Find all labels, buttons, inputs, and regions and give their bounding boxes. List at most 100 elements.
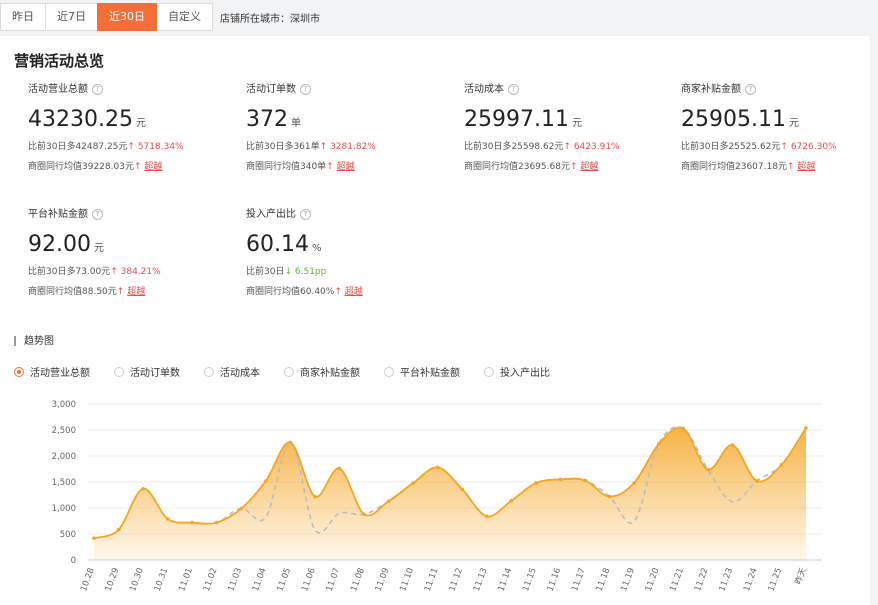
series-point [239,506,244,511]
y-tick-label: 3,000 [52,400,76,410]
help-icon[interactable]: ? [300,83,311,95]
legend-label: 活动订单数 [130,368,180,379]
metric-card-activity-orders: 活动订单数? 372 单比前30日多361单↑ 3281.82% 商圈同行均值340单… [246,83,456,174]
x-tick-label: 11.03 [226,567,244,593]
series-point [460,487,465,492]
series-point [755,479,759,483]
legend-label: 投入产出比 [500,368,550,379]
legend-option-merchant-subsidy[interactable]: 商家补贴金额 [284,364,360,379]
metric-peer: 商圈同行均值23607.18元↑ 超越 [681,162,816,172]
help-icon[interactable]: ? [508,83,519,95]
radio-icon[interactable] [384,366,394,377]
metric-compare: 比前30日多361单↑ 3281.82% [246,142,376,152]
help-icon[interactable]: ? [92,83,103,95]
legend-label: 活动成本 [220,368,260,379]
metric-value: 60.14% [246,232,456,258]
x-tick-label: 11.08 [349,567,367,593]
radio-icon[interactable] [284,366,294,377]
peer-beat-link[interactable]: 超越 [337,162,355,172]
peer-beat-link[interactable]: 超越 [127,287,145,297]
series-area [94,427,806,560]
radio-icon[interactable] [14,366,24,377]
trend-legend: 活动营业总额 活动订单数 活动成本 商家补贴金额 平台补贴金额 投入产出比 [14,364,574,379]
x-tick-label: 10.29 [104,567,122,593]
y-tick-label: 1,500 [52,478,76,488]
series-point [558,477,563,482]
metric-unit: 元 [788,118,799,129]
x-tick-label: 11.06 [300,567,318,593]
help-icon[interactable]: ? [745,83,756,95]
x-tick-label: 10.31 [153,567,171,593]
legend-option-platform-subsidy[interactable]: 平台补贴金额 [384,364,460,379]
help-icon[interactable]: ? [92,208,103,220]
metric-card-platform-subsidy: 平台补贴金额? 92.00 元比前30日多73.00元↑ 384.21% 商圈同行均值… [28,208,238,299]
legend-option-activity-orders[interactable]: 活动订单数 [114,364,180,379]
legend-label: 平台补贴金额 [400,368,460,379]
trend-title: 趋势图 [14,332,54,347]
series-point [313,494,317,499]
period-tab-bar: 昨日 近7日 近30日 自定义 店铺所在城市：深圳市 [0,0,878,36]
x-tick-label: 11.21 [668,567,686,593]
x-tick-label: 11.16 [546,567,564,593]
peer-beat-link[interactable]: 超越 [797,162,815,172]
tab-custom[interactable]: 自定义 [156,3,213,31]
series-point [534,481,538,485]
y-tick-label: 1,000 [52,504,76,514]
x-tick-label: 11.13 [472,567,490,593]
x-tick-label: 11.05 [276,567,294,593]
series-point [386,499,391,504]
metric-number: 60.14 [246,232,309,257]
metric-unit: 元 [571,118,582,129]
period-tabs: 昨日 近7日 近30日 自定义 [0,3,213,31]
series-point [92,536,96,540]
tab-last-7-days[interactable]: 近7日 [45,3,98,31]
series-point [656,442,661,446]
legend-option-activity-revenue[interactable]: 活动营业总额 [14,364,90,379]
x-tick-label: 11.14 [496,567,514,593]
metric-card-roi: 投入产出比? 60.14% 比前30日↓ 6.51pp 商圈同行均值60.40%↑ 超… [246,208,456,299]
peer-beat-link[interactable]: 超越 [345,287,363,297]
tab-yesterday[interactable]: 昨日 [0,3,46,31]
series-point [288,440,293,445]
x-tick-label: 11.11 [423,567,441,593]
series-point [730,443,735,447]
x-tick-label: 11.01 [177,567,195,593]
tab-last-30-days[interactable]: 近30日 [97,3,157,31]
trend-title-bar [14,336,16,346]
series-point [681,426,686,431]
x-tick-label: 11.17 [570,567,588,593]
help-icon[interactable]: ? [300,208,311,220]
arrow-up-icon: ↑ [780,142,788,152]
metric-peer: 商圈同行均值60.40%↑ 超越 [246,287,363,297]
radio-icon[interactable] [114,366,124,377]
metric-change: 6423.91% [573,142,620,152]
metric-label: 活动成本? [464,83,674,97]
series-point [165,517,170,521]
y-tick-label: 2,000 [52,452,76,462]
metric-change: 384.21% [120,267,161,277]
metric-value: 92.00 元 [28,232,238,258]
arrow-up-icon: ↑ [334,287,342,297]
peer-beat-link[interactable]: 超越 [580,162,598,172]
legend-option-activity-cost[interactable]: 活动成本 [204,364,260,379]
radio-icon[interactable] [484,366,494,377]
arrow-up-icon: ↑ [116,287,125,297]
trend-title-text: 趋势图 [24,336,54,347]
arrow-up-icon: ↑ [786,162,795,172]
section-title: 营销活动总览 [14,52,105,70]
metric-card-merchant-subsidy: 商家补贴金额? 25905.11 元比前30日多25525.62元↑ 6726.30… [681,83,878,174]
legend-option-roi[interactable]: 投入产出比 [484,364,550,379]
x-tick-label: 11.15 [521,567,539,593]
metric-peer: 商圈同行均值88.50元↑ 超越 [28,287,146,297]
x-tick-label: 昨天 [793,566,809,586]
series-point [141,486,145,491]
peer-beat-link[interactable]: 超越 [144,162,162,172]
metric-unit: 单 [291,118,301,129]
metric-number: 43230.25 [28,107,133,132]
y-tick-label: 2,500 [52,426,76,436]
x-tick-label: 10.28 [79,567,97,593]
metric-change: 6726.30% [790,142,837,152]
metric-number: 92.00 [28,232,91,257]
radio-icon[interactable] [204,366,214,377]
metric-value: 25905.11 元 [681,107,878,133]
